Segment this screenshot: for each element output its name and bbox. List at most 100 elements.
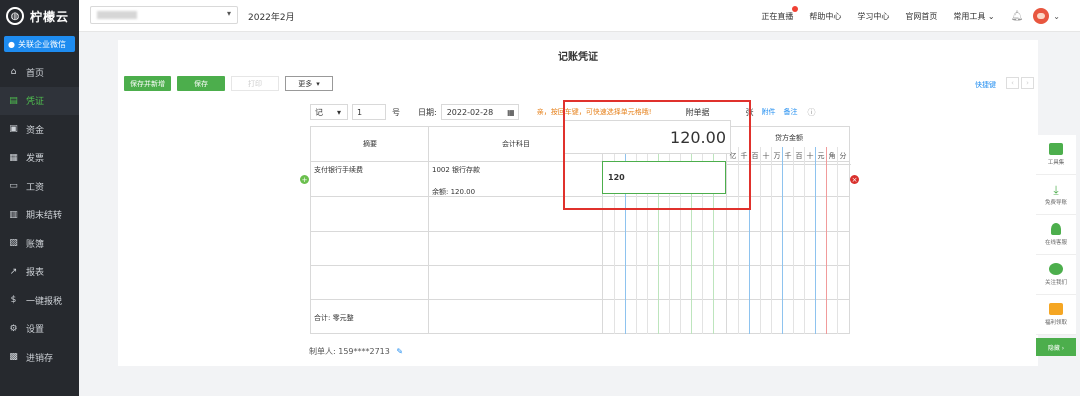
help-icon[interactable]: ⓘ (808, 107, 816, 118)
logo[interactable]: ◍ 柠檬云 (0, 0, 79, 32)
toolbox-icon (1049, 143, 1063, 155)
book-icon: ▧ (9, 238, 18, 249)
calendar-icon: ▥ (9, 209, 18, 220)
voucher-number-input[interactable]: 1 (352, 104, 386, 120)
tax-icon: $ (10, 295, 17, 306)
money-icon: ▣ (9, 124, 18, 135)
float-service[interactable]: 在线客服 (1036, 215, 1076, 255)
digit-line (771, 147, 772, 334)
digit-line (837, 147, 838, 334)
gift-icon (1049, 303, 1063, 315)
chevron-down-icon[interactable]: ⌄ (1053, 12, 1060, 21)
sidebar-item-label: 发票 (26, 154, 45, 165)
date-label: 日期: (418, 107, 437, 117)
link-wechat-label: 关联企业微信 (17, 39, 66, 49)
float-import[interactable]: ⤓ 免费导账 (1036, 175, 1076, 215)
float-label: 免费导账 (1044, 200, 1067, 206)
sidebar-item-tax[interactable]: $ 一键报税 (0, 286, 79, 315)
edit-icon[interactable]: ✎ (396, 347, 403, 356)
more-label: 更多 (298, 79, 313, 88)
current-period[interactable]: 2022年2月 (248, 10, 295, 23)
digit-line (804, 147, 805, 334)
sidebar-item-label: 首页 (26, 68, 45, 79)
chat-bubble-icon: ● (8, 39, 15, 49)
digit-line (826, 147, 827, 334)
row1-summary[interactable]: 支付银行手续费 (314, 165, 363, 175)
sidebar-item-ledger[interactable]: ▧ 账簿 (0, 229, 79, 258)
summary-column (311, 127, 429, 333)
sidebar-item-label: 资金 (26, 125, 45, 136)
row1-subject[interactable]: 1002 银行存款 (432, 165, 480, 175)
logo-text: 柠檬云 (30, 9, 70, 24)
top-bar: ▾ 2022年2月 正在直播 帮助中心 学习中心 官网首页 常用工具 ⌄ 🔔︎ … (79, 0, 1080, 32)
float-follow[interactable]: 关注我们 (1036, 255, 1076, 295)
float-label: 工具集 (1047, 160, 1065, 166)
live-link-label: 正在直播 (761, 11, 794, 21)
float-toolbox[interactable]: 工具集 (1036, 135, 1076, 175)
sidebar-item-inventory[interactable]: ▩ 进销存 (0, 343, 79, 372)
page-title: 记账凭证 (558, 52, 598, 63)
digit-line (760, 147, 761, 334)
caret-down-icon: ▾ (316, 79, 320, 88)
tools-menu-label: 常用工具 (953, 11, 986, 21)
sidebar-item-label: 进销存 (26, 353, 54, 364)
voucher-maker: 制单人: 159****2713 ✎ (309, 346, 403, 357)
voucher-date-input[interactable]: 2022-02-28 ▦ (440, 104, 519, 120)
digit-line (815, 147, 816, 334)
sidebar-item-label: 期末结转 (26, 211, 63, 222)
company-select[interactable]: ▾ (90, 6, 238, 24)
note-link[interactable]: 备注 (784, 107, 798, 117)
highlight-box (563, 100, 751, 210)
avatar[interactable] (1033, 8, 1050, 24)
download-icon: ⤓ (1053, 183, 1059, 197)
float-gift[interactable]: 福利领取 (1036, 295, 1076, 335)
attachment-link[interactable]: 附件 (762, 107, 776, 117)
sidebar-item-period-close[interactable]: ▥ 期末结转 (0, 201, 79, 230)
learning-center-link[interactable]: 学习中心 (857, 11, 889, 22)
bell-icon[interactable]: 🔔︎ (1011, 11, 1024, 22)
sidebar-item-label: 设置 (26, 325, 45, 336)
sidebar-item-label: 账簿 (26, 239, 45, 250)
voucher-word-select[interactable]: 记 ▾ (310, 104, 348, 120)
sidebar-item-reports[interactable]: ↗ 报表 (0, 258, 79, 287)
collapse-float-button[interactable]: 隐藏 › (1036, 338, 1076, 356)
number-suffix-label: 号 (392, 107, 400, 117)
chevron-down-icon: ⌄ (987, 11, 995, 21)
calendar-icon: ▦ (507, 107, 515, 117)
next-voucher-icon[interactable]: › (1021, 77, 1034, 89)
service-icon (1051, 223, 1061, 235)
sidebar: ◍ 柠檬云 ● 关联企业微信 ⌂ 首页 ▤ 凭证 ▣ 资金 ▦ 发票 ▭ 工资 … (0, 0, 79, 396)
sidebar-item-settings[interactable]: ⚙ 设置 (0, 315, 79, 344)
sidebar-item-salary[interactable]: ▭ 工资 (0, 172, 79, 201)
home-icon: ⌂ (10, 67, 17, 78)
salary-icon: ▭ (9, 181, 18, 192)
save-and-new-button[interactable]: 保存并新增 (124, 76, 171, 91)
digit-line (782, 147, 783, 334)
summary-header: 摘要 (363, 140, 377, 148)
add-row-icon[interactable]: + (300, 175, 309, 184)
row1-balance: 余额: 120.00 (432, 188, 476, 196)
voucher-word-value: 记 (315, 107, 323, 117)
floating-tools: 工具集 ⤓ 免费导账 在线客服 关注我们 福利领取 隐藏 › (1036, 135, 1076, 356)
invoice-icon: ▦ (9, 152, 18, 163)
official-site-link[interactable]: 官网首页 (905, 11, 937, 22)
toolbar: 保存并新增 保存 打印 更多 ▾ (124, 76, 333, 91)
help-center-link[interactable]: 帮助中心 (809, 11, 841, 22)
caret-down-icon: ▾ (226, 9, 231, 18)
sidebar-item-invoice[interactable]: ▦ 发票 (0, 144, 79, 173)
print-button[interactable]: 打印 (231, 76, 279, 91)
shortcut-link[interactable]: 快捷键 (975, 80, 996, 90)
more-dropdown[interactable]: 更多 ▾ (285, 76, 333, 91)
link-wechat-button[interactable]: ● 关联企业微信 (4, 36, 75, 52)
sidebar-item-funds[interactable]: ▣ 资金 (0, 115, 79, 144)
live-link[interactable]: 正在直播 (761, 5, 799, 22)
inventory-icon: ▩ (9, 352, 18, 363)
sidebar-item-home[interactable]: ⌂ 首页 (0, 58, 79, 87)
sidebar-item-voucher[interactable]: ▤ 凭证 (0, 86, 79, 115)
delete-row-icon[interactable]: × (850, 175, 859, 184)
save-button[interactable]: 保存 (177, 76, 225, 91)
sidebar-item-label: 凭证 (26, 97, 45, 108)
tools-menu[interactable]: 常用工具 ⌄ (953, 11, 994, 22)
prev-voucher-icon[interactable]: ‹ (1006, 77, 1019, 89)
notification-dot (792, 5, 799, 12)
